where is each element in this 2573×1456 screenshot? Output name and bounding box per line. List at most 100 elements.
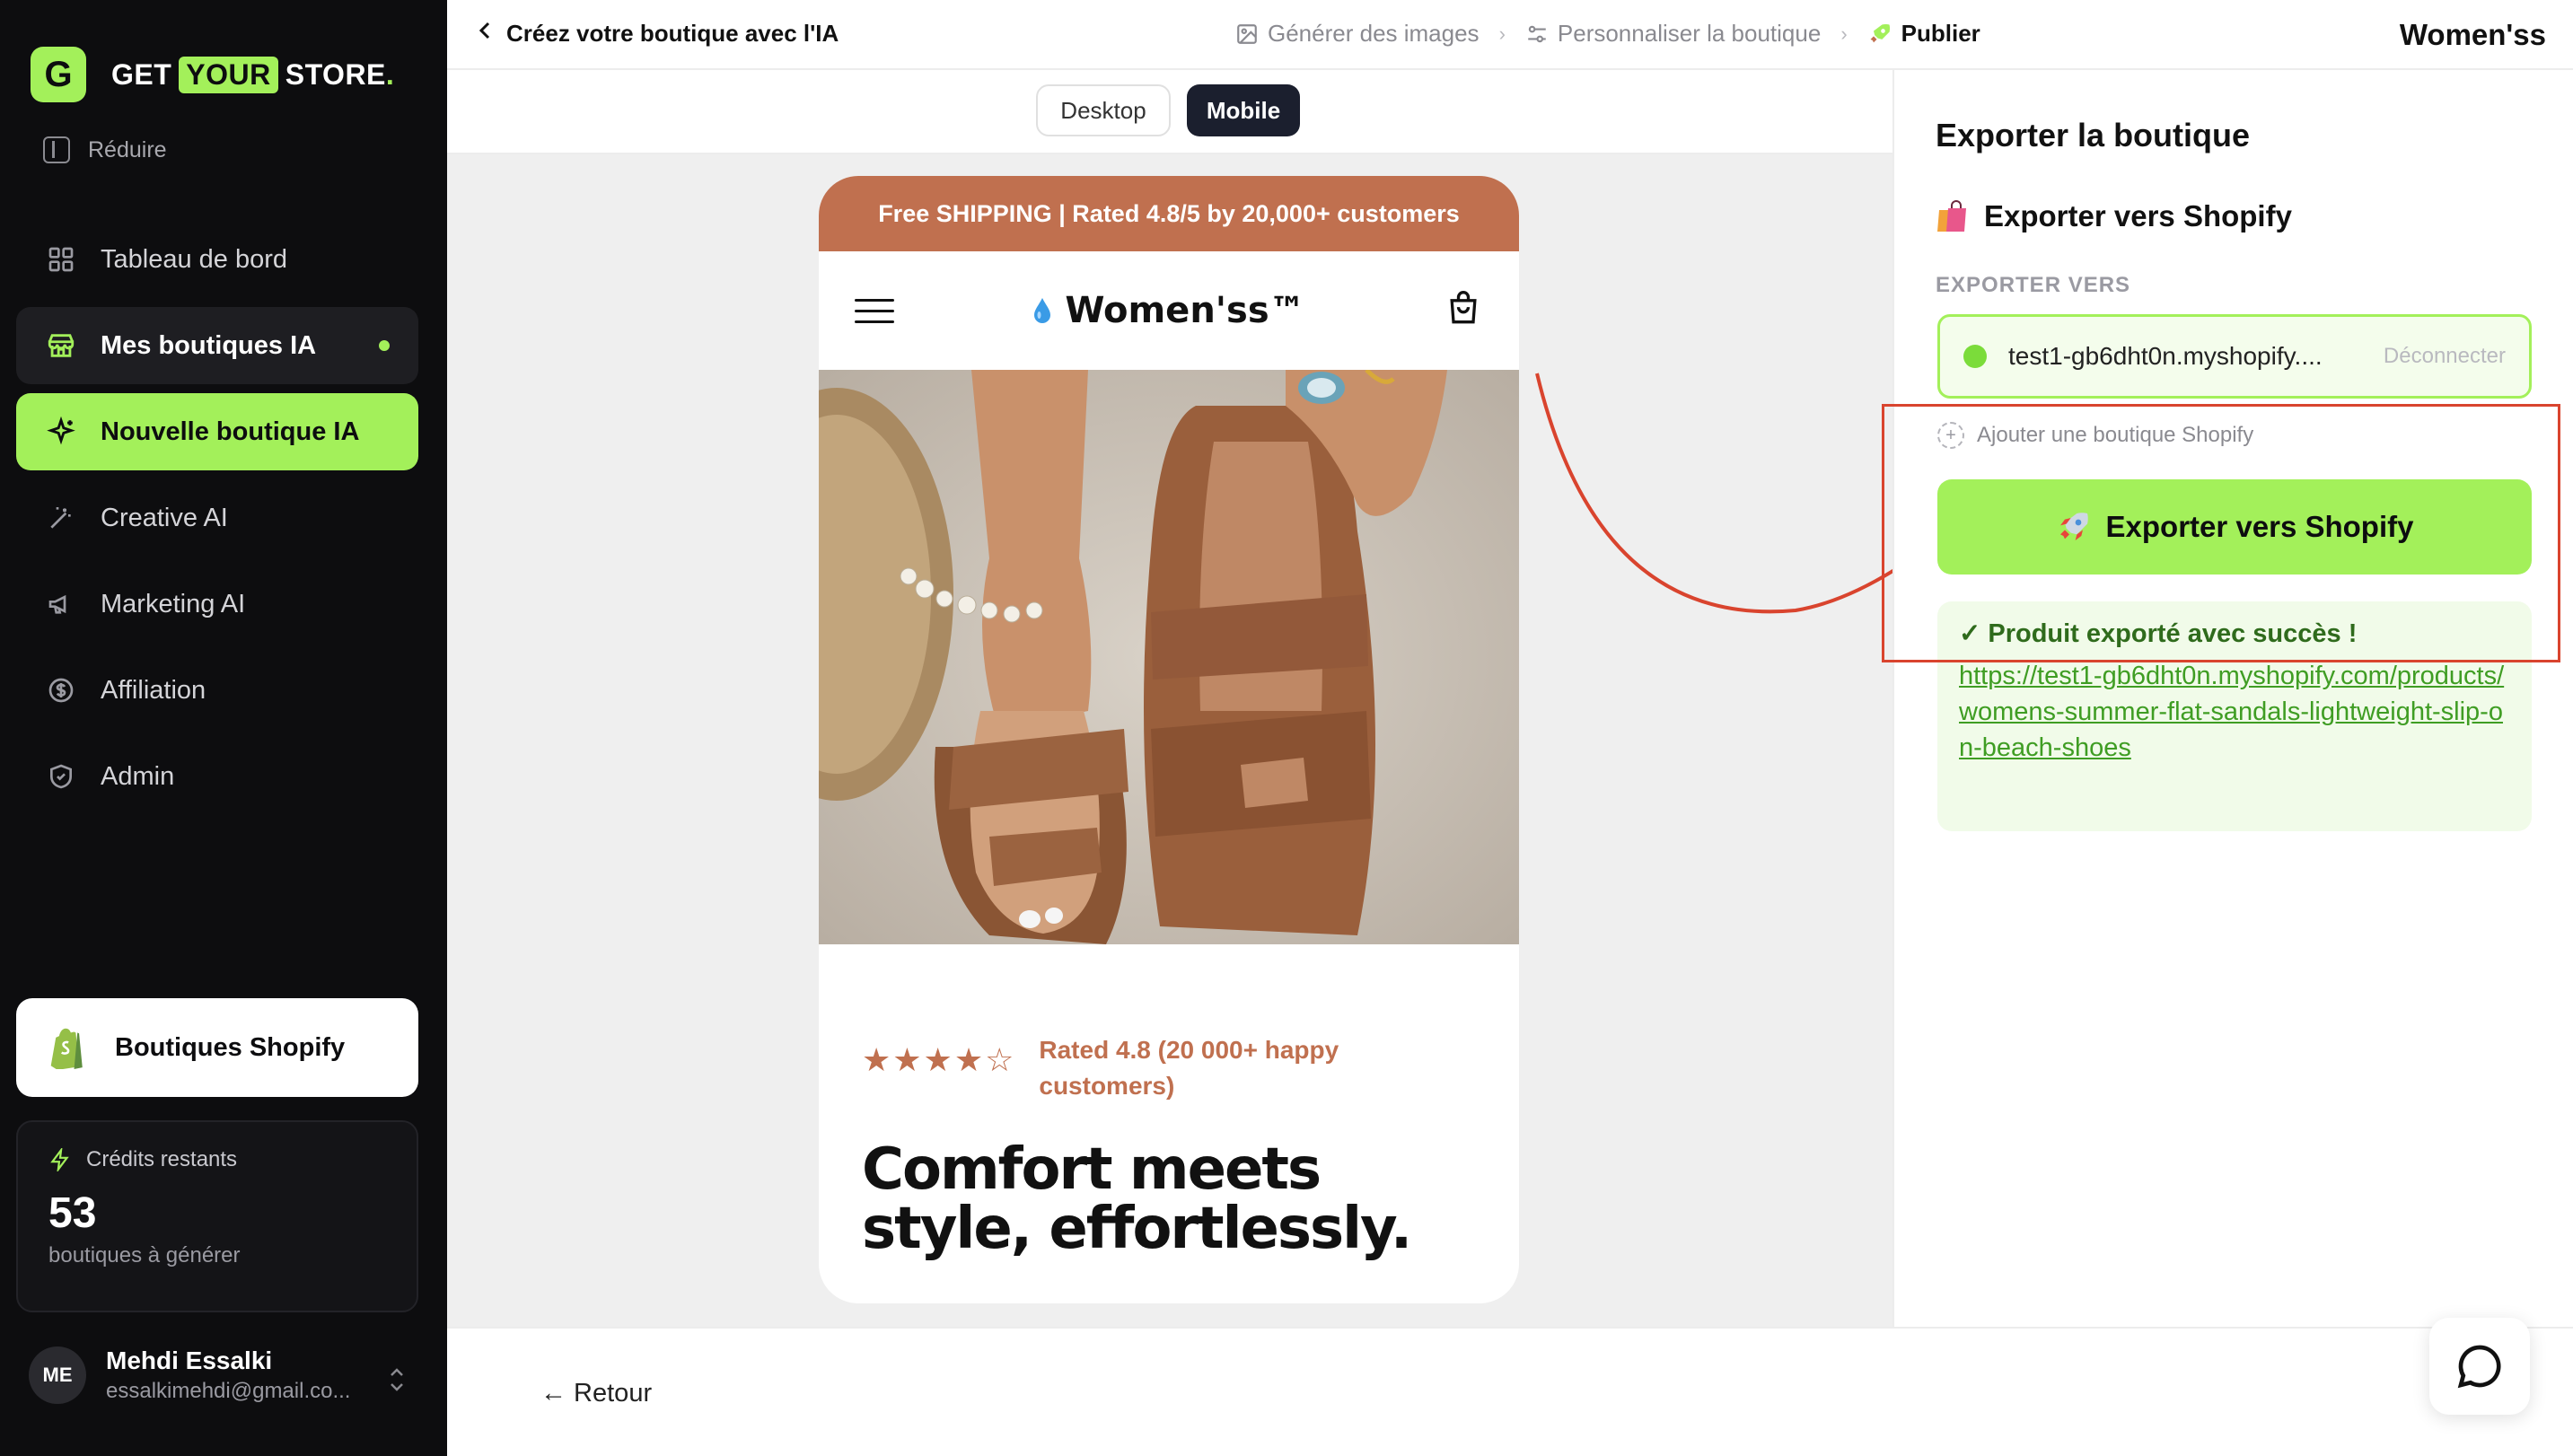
annotation-highlight-box <box>1882 404 2560 662</box>
sidebar-item-admin[interactable]: Admin <box>16 738 418 815</box>
rating-text: Rated 4.8 (20 000+ happy customers) <box>1039 1036 1339 1100</box>
bottom-bar: ← Retour <box>447 1327 2573 1456</box>
grid-icon <box>45 243 77 276</box>
mobile-view-button[interactable]: Mobile <box>1187 84 1300 136</box>
sidebar: G GET YOUR STORE. Réduire Tableau de bor… <box>0 0 447 1456</box>
sidebar-item-label: Nouvelle boutique IA <box>101 417 360 446</box>
shopify-stores-label: Boutiques Shopify <box>115 1032 346 1062</box>
shopping-bag-icon[interactable] <box>1444 289 1483 333</box>
active-indicator-dot <box>379 340 390 351</box>
top-bar: Créez votre boutique avec l'IA Générer d… <box>447 0 2573 70</box>
chat-support-button[interactable] <box>2429 1318 2530 1415</box>
collapse-label: Réduire <box>88 136 167 162</box>
view-toggle-bar: Desktop Mobile <box>447 70 1892 154</box>
user-name: Mehdi Essalki <box>106 1346 273 1374</box>
shopping-bags-icon <box>1937 200 1966 232</box>
logo-word-store: STORE <box>285 57 386 91</box>
connected-status-dot <box>1963 345 1987 368</box>
credits-title: Crédits restants <box>86 1147 238 1171</box>
app-logo[interactable]: G GET YOUR STORE. <box>31 47 394 102</box>
user-info: Mehdi Essalki essalkimehdi@gmail.co... <box>106 1346 350 1404</box>
breadcrumb: Générer des images › Personnaliser la bo… <box>1235 20 1980 48</box>
back-to-wizard-link[interactable]: Créez votre boutique avec l'IA <box>478 20 839 48</box>
chevron-up-down-icon <box>388 1364 406 1395</box>
user-menu[interactable]: ME Mehdi Essalki essalkimehdi@gmail.co..… <box>29 1346 406 1404</box>
rating-row: ★★★★☆ Rated 4.8 (20 000+ happy customers… <box>862 1032 1380 1104</box>
breadcrumb-publish[interactable]: Publier <box>1867 20 1980 48</box>
breadcrumb-label: Personnaliser la boutique <box>1557 20 1822 47</box>
export-to-label: EXPORTER VERS <box>1936 273 2131 297</box>
sidebar-item-label: Affiliation <box>101 675 206 705</box>
export-subtitle-label: Exporter vers Shopify <box>1984 199 2292 232</box>
user-email: essalkimehdi@gmail.co... <box>106 1379 351 1403</box>
sidebar-item-label: Tableau de bord <box>101 244 287 274</box>
store-name-title: Women'ss <box>2399 18 2546 51</box>
product-image <box>819 370 1519 944</box>
credits-header: Crédits restants <box>48 1147 386 1172</box>
breadcrumb-customize-store[interactable]: Personnaliser la boutique <box>1525 20 1821 48</box>
connected-store-domain: test1-gb6dht0n.myshopify.... <box>2008 342 2323 370</box>
settings-sliders-icon <box>1528 25 1546 42</box>
sidebar-item-my-stores[interactable]: Mes boutiques IA <box>16 307 418 384</box>
logo-word-your: YOUR <box>179 56 278 93</box>
sidebar-item-new-store[interactable]: Nouvelle boutique IA <box>16 393 418 470</box>
water-drop-icon <box>1034 298 1051 323</box>
sidebar-item-marketing-ai[interactable]: Marketing AI <box>16 566 418 643</box>
export-panel: Exporter la boutique Exporter vers Shopi… <box>1892 70 2573 1327</box>
star-rating-icon: ★★★★☆ <box>862 1041 1016 1078</box>
logo-word-get: GET <box>111 57 172 91</box>
logo-dot: . <box>385 57 395 91</box>
sidebar-item-label: Creative AI <box>101 503 228 532</box>
store-brand-name: Women'ss™ <box>1065 290 1305 331</box>
breadcrumb-label: Générer des images <box>1268 20 1480 47</box>
sidebar-item-dashboard[interactable]: Tableau de bord <box>16 221 418 298</box>
hamburger-menu-icon[interactable] <box>855 291 894 331</box>
lightning-icon <box>50 1148 69 1171</box>
breadcrumb-label: Publier <box>1901 20 1980 47</box>
sidebar-item-label: Marketing AI <box>101 589 246 618</box>
chat-bubble-icon <box>2457 1345 2501 1389</box>
shield-icon <box>45 760 77 793</box>
sidebar-item-label: Mes boutiques IA <box>101 330 317 360</box>
store-brand: Women'ss™ <box>1032 290 1305 331</box>
logo-badge: G <box>31 47 86 102</box>
back-link-label: Créez votre boutique avec l'IA <box>506 20 839 47</box>
sidebar-item-creative-ai[interactable]: Creative AI <box>16 479 418 557</box>
sparkle-icon <box>45 416 77 448</box>
magic-wand-icon <box>45 502 77 534</box>
connected-store-field[interactable]: test1-gb6dht0n.myshopify.... Déconnecter <box>1937 314 2532 399</box>
sidebar-item-affiliation[interactable]: Affiliation <box>16 652 418 729</box>
credits-value: 53 <box>48 1189 97 1237</box>
store-icon <box>45 329 77 362</box>
disconnect-button[interactable]: Déconnecter <box>2384 344 2506 369</box>
shopify-stores-button[interactable]: Boutiques Shopify <box>16 998 418 1097</box>
logo-wordmark: GET YOUR STORE. <box>111 56 395 93</box>
annotation-arrow-icon <box>1535 373 1921 614</box>
exported-product-link[interactable]: https://test1-gb6dht0n.myshopify.com/pro… <box>1959 658 2507 766</box>
image-icon <box>1237 23 1257 44</box>
back-button[interactable]: ← Retour <box>540 1379 652 1408</box>
credits-card: Crédits restants 53 boutiques à générer <box>16 1120 418 1312</box>
export-panel-title: Exporter la boutique <box>1936 117 2251 153</box>
megaphone-icon <box>45 588 77 620</box>
dollar-icon <box>45 674 77 706</box>
collapse-sidebar-button[interactable]: Réduire <box>43 136 167 163</box>
export-shopify-heading: Exporter vers Shopify <box>1936 199 2292 233</box>
shopify-bag-icon <box>50 1028 83 1069</box>
sidebar-nav: Tableau de bord Mes boutiques IA Nouvell… <box>16 221 418 824</box>
credits-subtitle: boutiques à générer <box>48 1243 241 1267</box>
announcement-bar: Free SHIPPING | Rated 4.8/5 by 20,000+ c… <box>819 176 1519 251</box>
avatar: ME <box>29 1346 86 1404</box>
sidebar-collapse-icon <box>43 136 70 163</box>
breadcrumb-generate-images[interactable]: Générer des images <box>1235 20 1480 48</box>
desktop-view-button[interactable]: Desktop <box>1036 84 1171 136</box>
sandals-photo <box>819 370 1519 944</box>
chevron-right-icon: › <box>1840 22 1848 45</box>
mobile-store-preview: Free SHIPPING | Rated 4.8/5 by 20,000+ c… <box>819 176 1519 1303</box>
product-headline: Comfort meets style, effortlessly. <box>862 1136 1412 1262</box>
chevron-right-icon: › <box>1498 22 1506 45</box>
rocket-icon <box>1870 23 1890 42</box>
chevron-left-icon <box>478 20 492 48</box>
sidebar-item-label: Admin <box>101 761 175 791</box>
store-header: Women'ss™ <box>819 251 1519 370</box>
